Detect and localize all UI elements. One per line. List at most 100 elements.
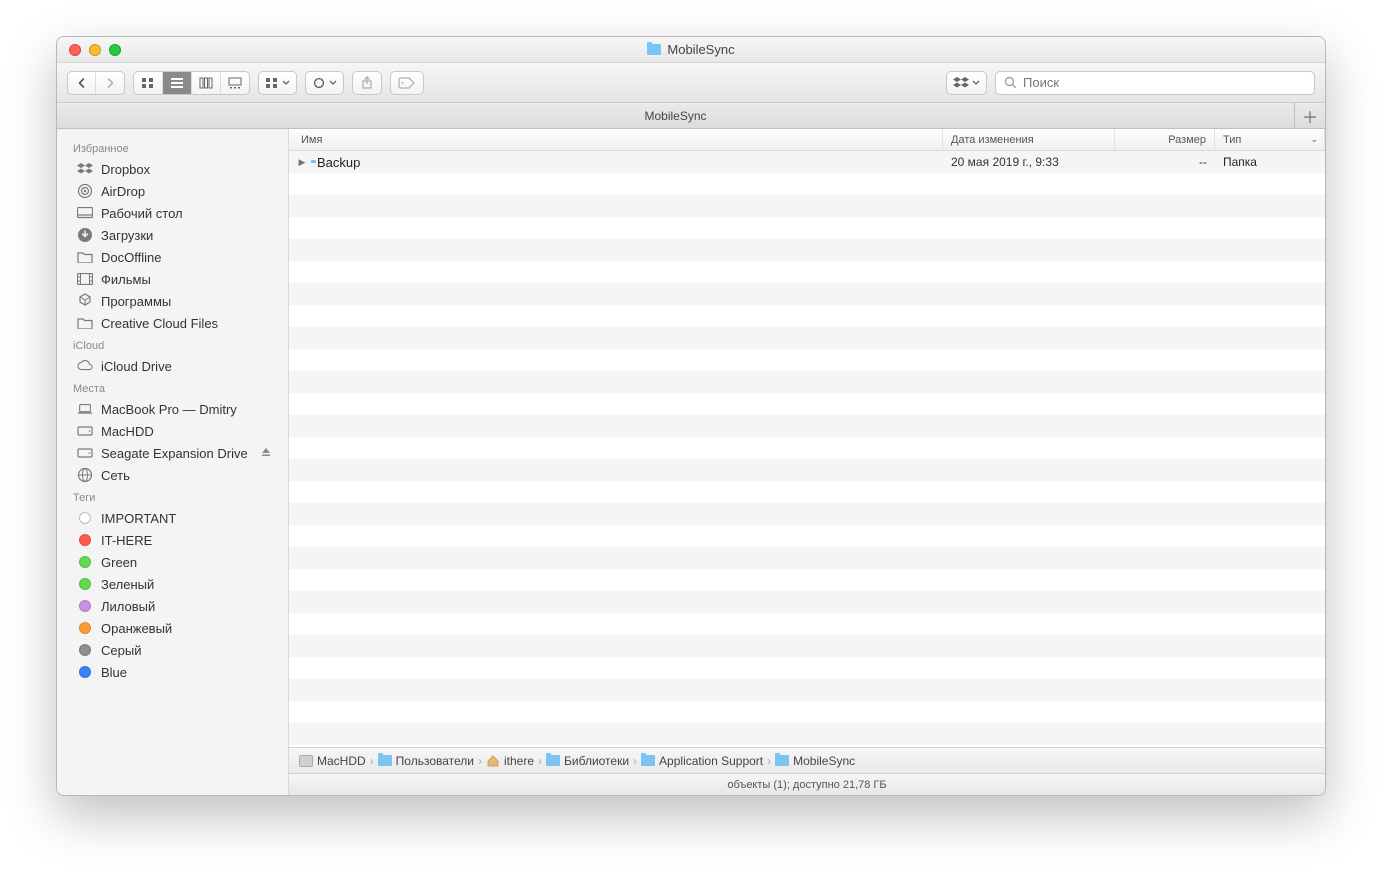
sidebar-section-locations: Места xyxy=(57,377,288,398)
new-tab-button[interactable]: ＋ xyxy=(1295,103,1325,128)
back-button[interactable] xyxy=(68,72,96,94)
sidebar-tag-green-en[interactable]: Green xyxy=(57,551,288,573)
hdd-icon xyxy=(77,423,93,439)
cloud-icon xyxy=(77,358,93,374)
sidebar-item-label: Green xyxy=(101,555,137,570)
view-mode-buttons xyxy=(133,71,250,95)
sidebar-tag-gray[interactable]: Серый xyxy=(57,639,288,661)
sidebar-tag-purple[interactable]: Лиловый xyxy=(57,595,288,617)
toolbar xyxy=(57,63,1325,103)
icon-view-button[interactable] xyxy=(134,72,163,94)
file-row[interactable]: ▶ Backup 20 мая 2019 г., 9:33 -- Папка xyxy=(289,151,1325,173)
sidebar-item-icloud-drive[interactable]: iCloud Drive xyxy=(57,355,288,377)
sidebar-item-docoffline[interactable]: DocOffline xyxy=(57,246,288,268)
column-date[interactable]: Дата изменения xyxy=(943,129,1115,150)
column-view-button[interactable] xyxy=(192,72,221,94)
desktop-icon xyxy=(77,205,93,221)
sidebar-item-label: Рабочий стол xyxy=(101,206,183,221)
arrange-button[interactable] xyxy=(259,72,296,94)
sidebar-section-icloud: iCloud xyxy=(57,334,288,355)
sidebar-item-airdrop[interactable]: AirDrop xyxy=(57,180,288,202)
sidebar-item-label: Лиловый xyxy=(101,599,155,614)
sidebar-item-macbook[interactable]: MacBook Pro — Dmitry xyxy=(57,398,288,420)
tags-button[interactable] xyxy=(391,72,423,94)
path-item[interactable]: MacHDD xyxy=(299,754,366,768)
sidebar-item-seagate[interactable]: Seagate Expansion Drive xyxy=(57,442,288,464)
forward-button[interactable] xyxy=(96,72,124,94)
home-icon xyxy=(486,755,500,767)
sidebar-tag-it-here[interactable]: IT-HERE xyxy=(57,529,288,551)
tags-button-group xyxy=(390,71,424,95)
eject-icon[interactable] xyxy=(260,446,272,461)
sidebar-item-label: MacHDD xyxy=(101,424,154,439)
search-input[interactable] xyxy=(1023,75,1306,90)
tag-dot-icon xyxy=(79,556,91,568)
file-list[interactable]: ▶ Backup 20 мая 2019 г., 9:33 -- Папка xyxy=(289,151,1325,747)
sidebar-tag-important[interactable]: IMPORTANT xyxy=(57,507,288,529)
folder-icon xyxy=(77,249,93,265)
column-type[interactable]: Тип⌄ xyxy=(1215,129,1325,150)
tag-dot-icon xyxy=(79,622,91,634)
sidebar-tag-green-ru[interactable]: Зеленый xyxy=(57,573,288,595)
sidebar-item-label: Загрузки xyxy=(101,228,153,243)
folder-icon xyxy=(77,315,93,331)
folder-icon xyxy=(546,755,560,766)
path-item[interactable]: ithere xyxy=(486,754,534,768)
tab-mobilesync[interactable]: MobileSync xyxy=(57,103,1295,128)
sidebar-section-favorites: Избранное xyxy=(57,137,288,158)
sidebar-item-label: Seagate Expansion Drive xyxy=(101,446,248,461)
dropbox-button-group xyxy=(946,71,987,95)
sidebar-item-label: MacBook Pro — Dmitry xyxy=(101,402,237,417)
folder-icon xyxy=(378,755,392,766)
folder-icon xyxy=(647,44,661,55)
sidebar-item-machdd[interactable]: MacHDD xyxy=(57,420,288,442)
dropbox-button[interactable] xyxy=(947,72,986,94)
sidebar-item-label: AirDrop xyxy=(101,184,145,199)
titlebar: MobileSync xyxy=(57,37,1325,63)
hdd-icon xyxy=(299,755,313,767)
chevron-right-icon: › xyxy=(370,754,374,768)
path-item[interactable]: Пользователи xyxy=(378,754,474,768)
file-date: 20 мая 2019 г., 9:33 xyxy=(943,155,1115,169)
zoom-window-button[interactable] xyxy=(109,44,121,56)
laptop-icon xyxy=(77,401,93,417)
tag-dot-icon xyxy=(79,666,91,678)
sidebar-item-label: Blue xyxy=(101,665,127,680)
applications-icon xyxy=(77,293,93,309)
tag-dot-icon xyxy=(79,600,91,612)
folder-icon xyxy=(641,755,655,766)
search-icon xyxy=(1004,76,1017,89)
tag-dot-icon xyxy=(79,578,91,590)
sidebar-item-label: IT-HERE xyxy=(101,533,152,548)
disclosure-triangle-icon[interactable]: ▶ xyxy=(295,157,309,168)
window-title: MobileSync xyxy=(647,42,734,57)
minimize-window-button[interactable] xyxy=(89,44,101,56)
sidebar-item-applications[interactable]: Программы xyxy=(57,290,288,312)
share-button[interactable] xyxy=(353,72,381,94)
sidebar-item-dropbox[interactable]: Dropbox xyxy=(57,158,288,180)
search-box[interactable] xyxy=(995,71,1315,95)
sidebar-item-label: Dropbox xyxy=(101,162,150,177)
column-size[interactable]: Размер xyxy=(1115,129,1215,150)
sidebar-item-network[interactable]: Сеть xyxy=(57,464,288,486)
path-bar: MacHDD › Пользователи › ithere › Библиот… xyxy=(289,747,1325,773)
path-item[interactable]: Библиотеки xyxy=(546,754,629,768)
sidebar-item-creative-cloud[interactable]: Creative Cloud Files xyxy=(57,312,288,334)
file-list-pane: Имя Дата изменения Размер Тип⌄ ▶ Backup … xyxy=(289,129,1325,795)
sidebar-item-downloads[interactable]: Загрузки xyxy=(57,224,288,246)
file-size: -- xyxy=(1115,155,1215,169)
sidebar-item-movies[interactable]: Фильмы xyxy=(57,268,288,290)
list-view-button[interactable] xyxy=(163,72,192,94)
sidebar-tag-blue[interactable]: Blue xyxy=(57,661,288,683)
gallery-view-button[interactable] xyxy=(221,72,249,94)
column-name[interactable]: Имя xyxy=(289,129,943,150)
movies-icon xyxy=(77,271,93,287)
chevron-right-icon: › xyxy=(633,754,637,768)
sidebar-item-label: iCloud Drive xyxy=(101,359,172,374)
close-window-button[interactable] xyxy=(69,44,81,56)
sidebar-item-desktop[interactable]: Рабочий стол xyxy=(57,202,288,224)
sidebar-tag-orange[interactable]: Оранжевый xyxy=(57,617,288,639)
action-button[interactable] xyxy=(306,72,343,94)
path-item[interactable]: MobileSync xyxy=(775,754,855,768)
path-item[interactable]: Application Support xyxy=(641,754,763,768)
